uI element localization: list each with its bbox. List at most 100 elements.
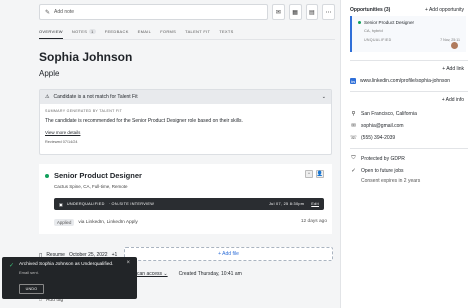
plus-icon: + [442,66,446,72]
edit-link[interactable]: Edit [311,202,319,206]
reviewed-date: Reviewed 07/14/24 [45,140,78,144]
talent-fit-body: SUMMARY GENERATED BY TALENT FIT The cand… [40,104,331,148]
created-text: Created Thursday, 10:41 am [178,271,242,277]
stage-name: UNDERQUALIFIED [66,202,105,206]
view-details-link[interactable]: View more details [45,130,326,135]
linkedin-link[interactable]: in www.linkedin.com/profile/sophia-johns… [350,78,450,84]
check-icon: ✓ [9,263,15,269]
mail-icon: ✉ [275,9,281,16]
calendar-icon: ▦ [292,9,298,16]
location-text: San Francisco, California [361,111,417,117]
tab-label: NOTES [71,29,88,34]
tab-notes[interactable]: NOTES 1 [72,29,96,39]
tab-feedback[interactable]: FEEDBACK [105,29,129,39]
candidate-company: Apple [39,69,60,78]
tab-label: FORMS [160,29,177,34]
phone-icon: ☏ [350,135,357,141]
image-icon[interactable]: ▫ [305,170,313,178]
tab-count-badge: 1 [89,29,96,34]
avatar[interactable]: 👤 [316,170,324,178]
applied-source: via LinkedIn, LinkedIn Apply [78,220,138,225]
briefcase-button[interactable]: ▤ [305,4,319,20]
add-note-input[interactable]: ✎ Add note [39,4,268,20]
tab-overview[interactable]: OVERVIEW [39,29,63,39]
undo-button[interactable]: UNDO [19,284,44,294]
talent-fit-header-text: Candidate is a not match for Talent Fit [53,94,138,100]
status-dot [45,174,49,178]
chevron-down-icon: ⌄ [321,94,326,100]
side-opportunity-title: Senior Product Designer [364,20,415,25]
avatar [451,42,458,49]
gdpr-row: ⛉ Protected by GDPR [350,155,405,162]
divider [350,91,468,92]
tab-email[interactable]: EMAIL [138,29,152,39]
tabs-divider [39,39,335,40]
location-pin-icon: ⚲ [351,111,356,117]
schedule-button[interactable]: ▦ [288,4,302,20]
email-button[interactable]: ✉ [272,4,285,20]
add-info-label: Add info [445,97,464,103]
access-link[interactable]: can access ⌄ [137,271,168,277]
candidate-name: Sophia Johnson [39,50,133,64]
toast-subtext: Email sent. [19,270,39,275]
future-jobs-text: Open to future jobs [361,168,404,174]
divider [350,148,468,149]
more-icon: ⋯ [325,9,332,16]
applied-badge: Applied [54,219,75,226]
mail-icon: ✉ [351,123,356,129]
gdpr-text: Protected by GDPR [361,155,405,162]
tab-texts[interactable]: TEXTS [219,29,233,39]
phone-text: (555) 394-2039 [361,135,396,141]
opportunity-list-item[interactable]: Senior Product Designer CA, hybrid UNQUA… [350,16,466,52]
sidebar: Opportunities (3) + Add opportunity Senio… [340,0,468,308]
talent-fit-header[interactable]: ⚠ Candidate is a not match for Talent Fi… [40,90,331,104]
side-opportunity-stage: UNQUALIFIED [364,38,392,42]
add-link-label: Add link [446,66,464,72]
note-toolbar: ✎ Add note ✉ ▦ ▤ ⋯ [39,4,335,20]
phone-row[interactable]: ☏ (555) 394-2039 [350,135,395,141]
divider [350,60,468,61]
status-dot [358,21,361,24]
opportunity-title[interactable]: Senior Product Designer [54,171,142,180]
future-jobs-row: ✓ Open to future jobs [350,168,404,174]
add-link-button[interactable]: + Add link [442,66,464,72]
check-icon: ✓ [351,168,356,174]
email-row[interactable]: ✉ sophia@gmail.com [350,123,403,129]
tab-label: OVERVIEW [39,29,63,34]
profile-tabs: OVERVIEW NOTES 1 FEEDBACK EMAIL FORMS TAL… [39,29,335,39]
more-button[interactable]: ⋯ [322,4,335,20]
plus-icon: + [425,7,428,13]
access-link-text: can access [137,271,163,277]
tab-forms[interactable]: FORMS [160,29,176,39]
close-icon[interactable]: × [126,260,130,266]
tab-label: EMAIL [137,29,152,34]
opportunity-actions: ▫ 👤 [305,170,324,178]
warning-icon: ⚠ [45,94,50,100]
opportunities-title: Opportunities (3) [350,7,391,13]
stage-bar: ▣ UNDERQUALIFIED · ON-SITE INTERVIEW Jul… [54,198,324,210]
pencil-icon: ✎ [45,9,51,16]
main-panel: ✎ Add note ✉ ▦ ▤ ⋯ OVERVIEW NOTES 1 FEEDB… [0,0,340,308]
add-opportunity-button[interactable]: + Add opportunity [425,7,464,13]
summary-text: The candidate is recommended for the Sen… [45,118,243,124]
tab-label: TEXTS [219,29,234,34]
consent-text: Consent expires in 2 years [361,178,421,184]
shield-icon: ⛉ [351,155,356,161]
applied-row: Applied via LinkedIn, LinkedIn Apply [54,219,138,226]
stage-date: Jul 07, 25 8:30pm [268,202,305,206]
summary-label: SUMMARY GENERATED BY TALENT FIT [45,109,123,113]
opportunity-location: Cactus Spine, CA, Full-time, Remote [54,184,128,189]
applied-ago: 12 days ago [300,219,327,224]
plus-icon: + [441,97,445,103]
tab-talent-fit[interactable]: TALENT FIT [185,29,210,39]
side-opportunity-date: 7 Nov, 25:11 [440,38,460,42]
side-opportunity-location: CA, hybrid [364,28,383,33]
toast-notification: ✓ Archived Sophia Johnson as Underqualif… [2,257,137,299]
access-row: can access ⌄ Created Thursday, 10:41 am [137,271,242,277]
linkedin-icon: in [350,78,356,84]
add-note-label: Add note [54,9,75,15]
linkedin-url: www.linkedin.com/profile/sophia-johnson [360,78,451,84]
add-opportunity-label: Add opportunity [428,7,464,13]
add-info-button[interactable]: + Add info [442,97,464,103]
add-file-dropzone[interactable]: + Add file [124,247,333,261]
